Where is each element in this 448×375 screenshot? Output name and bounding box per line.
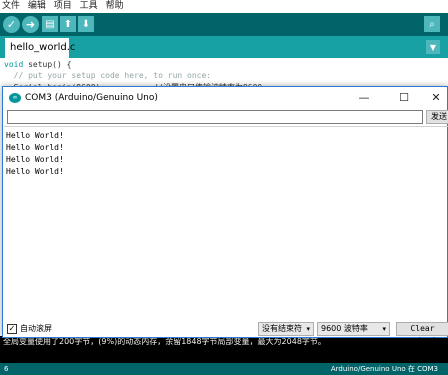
menu-sketch[interactable]: 项目 xyxy=(54,1,72,11)
new-button[interactable]: ▤ xyxy=(42,16,58,32)
tab-bar: hello_world.c ▼ xyxy=(0,36,448,58)
code-line: void setup() { xyxy=(4,60,71,69)
menu-tools[interactable]: 工具 xyxy=(80,1,98,11)
open-button[interactable]: ⬆ xyxy=(60,16,76,32)
baud-rate-select[interactable]: 9600 波特率 ▾ xyxy=(317,322,390,336)
tab-menu-button[interactable]: ▼ xyxy=(426,40,440,54)
toolbar: ✓ ➜ ▤ ⬆ ⬇ ⌕ xyxy=(0,13,448,36)
minimize-icon: — xyxy=(358,91,370,104)
chevron-down-icon: ▾ xyxy=(382,325,386,333)
code-text: setup() { xyxy=(23,60,72,69)
console-output: 全局变量使用了200字节，(9%)的动态内存，余留1848字节局部变量，最大为2… xyxy=(0,336,448,363)
serial-monitor-titlebar: ∞ COM3 (Arduino/Genuino Uno) — ☐ ✕ xyxy=(3,87,447,109)
arrow-right-icon: ➜ xyxy=(25,18,36,31)
clear-output-button[interactable]: Clear output xyxy=(396,322,448,345)
menu-file[interactable]: 文件 xyxy=(2,1,20,11)
arrow-up-icon: ⬆ xyxy=(63,18,73,30)
line-ending-select[interactable]: 没有结束符 ▾ xyxy=(258,322,314,336)
send-button[interactable]: 发送 xyxy=(426,110,448,124)
line-ending-value: 没有结束符 xyxy=(262,324,302,333)
upload-button[interactable]: ➜ xyxy=(22,16,39,33)
new-file-icon: ▤ xyxy=(45,18,55,30)
output-line: Hello World! xyxy=(6,155,64,164)
chevron-down-icon: ▼ xyxy=(429,42,437,52)
menu-bar: 文件 编辑 项目 工具 帮助 xyxy=(0,0,448,13)
serial-monitor-window: ∞ COM3 (Arduino/Genuino Uno) — ☐ ✕ 发送 He… xyxy=(2,86,448,345)
menu-help[interactable]: 帮助 xyxy=(106,1,124,11)
code-keyword: void xyxy=(4,60,24,69)
window-title: COM3 (Arduino/Genuino Uno) xyxy=(25,93,158,103)
send-row: 发送 xyxy=(3,109,448,125)
output-line: Hello World! xyxy=(6,143,64,152)
output-line: Hello World! xyxy=(6,131,64,140)
autoscroll-label: 自动滚屏 xyxy=(20,324,52,333)
serial-bottom-bar: ✓ 自动滚屏 没有结束符 ▾ 9600 波特率 ▾ Clear output xyxy=(3,320,448,345)
tab-hello-world[interactable]: hello_world.c xyxy=(5,38,75,58)
board-port: Arduino/Genuino Uno 在 COM3 xyxy=(330,365,438,373)
serial-input[interactable] xyxy=(7,110,423,124)
baud-rate-value: 9600 波特率 xyxy=(321,324,368,333)
minimize-button[interactable]: — xyxy=(349,87,379,109)
close-button[interactable]: ✕ xyxy=(421,87,448,109)
close-icon: ✕ xyxy=(431,91,441,104)
serial-output[interactable]: Hello World! Hello World! Hello World! H… xyxy=(4,126,448,320)
autoscroll-option[interactable]: ✓ 自动滚屏 xyxy=(7,323,52,334)
save-button[interactable]: ⬇ xyxy=(78,16,94,32)
arduino-logo-icon: ∞ xyxy=(9,93,21,103)
serial-monitor-button[interactable]: ⌕ xyxy=(424,16,440,32)
chevron-down-icon: ▾ xyxy=(306,325,310,333)
check-icon: ✓ xyxy=(6,18,17,31)
output-line: Hello World! xyxy=(6,167,64,176)
maximize-button[interactable]: ☐ xyxy=(389,87,419,109)
code-line: // put your setup code here, to run once… xyxy=(4,71,212,80)
line-number: 6 xyxy=(4,365,9,373)
status-bar: 6 Arduino/Genuino Uno 在 COM3 xyxy=(0,363,448,375)
arrow-down-icon: ⬇ xyxy=(81,18,91,30)
menu-edit[interactable]: 编辑 xyxy=(28,1,46,11)
maximize-icon: ☐ xyxy=(399,91,409,104)
magnifier-icon: ⌕ xyxy=(429,18,435,30)
verify-button[interactable]: ✓ xyxy=(3,16,20,33)
autoscroll-checkbox[interactable]: ✓ xyxy=(7,323,17,334)
